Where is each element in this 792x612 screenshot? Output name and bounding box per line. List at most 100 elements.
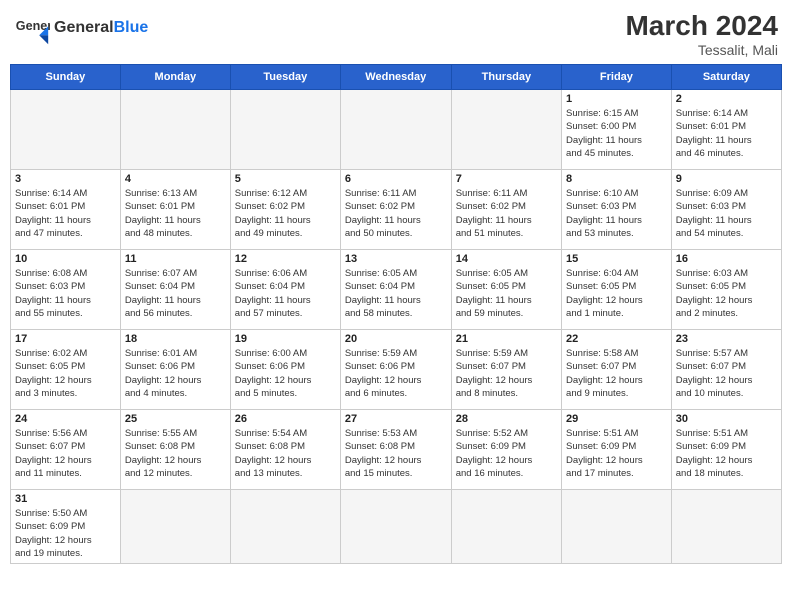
day-info: Sunrise: 6:13 AM Sunset: 6:01 PM Dayligh… xyxy=(125,187,226,240)
calendar-cell: 5Sunrise: 6:12 AM Sunset: 6:02 PM Daylig… xyxy=(230,170,340,250)
calendar-cell: 27 Sunrise: 5:53 AM Sunset: 6:08 PM Dayli… xyxy=(340,410,451,490)
calendar-cell: 3 Sunrise: 6:14 AM Sunset: 6:01 PM Daylig… xyxy=(11,170,121,250)
day-info: Sunrise: 6:11 AM Sunset: 6:02 PM Dayligh… xyxy=(345,187,447,240)
day-info: Sunrise: 5:52 AM Sunset: 6:09 PM Dayligh… xyxy=(456,427,557,480)
day-number: 21 xyxy=(456,333,557,345)
calendar-cell: 21Sunrise: 5:59 AM Sunset: 6:07 PM Dayli… xyxy=(451,330,561,410)
calendar-cell: 22Sunrise: 5:58 AM Sunset: 6:07 PM Dayli… xyxy=(562,330,672,410)
day-number: 18 xyxy=(125,333,226,345)
day-info: Sunrise: 6:09 AM Sunset: 6:03 PM Dayligh… xyxy=(676,187,777,240)
calendar-cell xyxy=(340,490,451,564)
calendar-cell: 14 Sunrise: 6:05 AM Sunset: 6:05 PM Dayli… xyxy=(451,250,561,330)
day-number: 12 xyxy=(235,253,336,265)
calendar-cell: 31 Sunrise: 5:50 AM Sunset: 6:09 PM Dayli… xyxy=(11,490,121,564)
calendar-cell xyxy=(230,90,340,170)
day-number: 23 xyxy=(676,333,777,345)
day-info: Sunrise: 6:04 AM Sunset: 6:05 PM Dayligh… xyxy=(566,267,667,320)
day-number: 20 xyxy=(345,333,447,345)
page-header: General GeneralBlue March 2024 Tessalit,… xyxy=(10,10,782,58)
calendar-cell: 19 Sunrise: 6:00 AM Sunset: 6:06 PM Dayli… xyxy=(230,330,340,410)
day-number: 1 xyxy=(566,93,667,105)
day-info: Sunrise: 5:51 AM Sunset: 6:09 PM Dayligh… xyxy=(566,427,667,480)
calendar-cell: 6 Sunrise: 6:11 AM Sunset: 6:02 PM Daylig… xyxy=(340,170,451,250)
calendar-cell: 7 Sunrise: 6:11 AM Sunset: 6:02 PM Daylig… xyxy=(451,170,561,250)
weekday-header-monday: Monday xyxy=(120,65,230,90)
calendar-cell xyxy=(671,490,781,564)
weekday-header-thursday: Thursday xyxy=(451,65,561,90)
calendar-cell: 17 Sunrise: 6:02 AM Sunset: 6:05 PM Dayli… xyxy=(11,330,121,410)
day-number: 7 xyxy=(456,173,557,185)
day-info: Sunrise: 6:15 AM Sunset: 6:00 PM Dayligh… xyxy=(566,107,667,160)
day-number: 6 xyxy=(345,173,447,185)
logo: General GeneralBlue xyxy=(14,10,148,46)
calendar-cell xyxy=(451,490,561,564)
day-number: 17 xyxy=(15,333,116,345)
calendar-cell: 9Sunrise: 6:09 AM Sunset: 6:03 PM Daylig… xyxy=(671,170,781,250)
calendar-table: SundayMondayTuesdayWednesdayThursdayFrid… xyxy=(10,64,782,564)
day-info: Sunrise: 6:14 AM Sunset: 6:01 PM Dayligh… xyxy=(15,187,116,240)
day-info: Sunrise: 5:50 AM Sunset: 6:09 PM Dayligh… xyxy=(15,507,116,560)
calendar-cell xyxy=(451,90,561,170)
logo-text: GeneralBlue xyxy=(54,19,148,37)
calendar-cell: 24Sunrise: 5:56 AM Sunset: 6:07 PM Dayli… xyxy=(11,410,121,490)
calendar-cell: 25 Sunrise: 5:55 AM Sunset: 6:08 PM Dayli… xyxy=(120,410,230,490)
calendar-cell: 16 Sunrise: 6:03 AM Sunset: 6:05 PM Dayli… xyxy=(671,250,781,330)
calendar-cell xyxy=(230,490,340,564)
calendar-cell: 1 Sunrise: 6:15 AM Sunset: 6:00 PM Daylig… xyxy=(562,90,672,170)
calendar-cell: 20 Sunrise: 5:59 AM Sunset: 6:06 PM Dayli… xyxy=(340,330,451,410)
day-number: 11 xyxy=(125,253,226,265)
day-number: 14 xyxy=(456,253,557,265)
day-info: Sunrise: 6:00 AM Sunset: 6:06 PM Dayligh… xyxy=(235,347,336,400)
day-info: Sunrise: 5:59 AM Sunset: 6:06 PM Dayligh… xyxy=(345,347,447,400)
calendar-cell: 12 Sunrise: 6:06 AM Sunset: 6:04 PM Dayli… xyxy=(230,250,340,330)
day-number: 27 xyxy=(345,413,447,425)
day-number: 16 xyxy=(676,253,777,265)
calendar-week-row: 24Sunrise: 5:56 AM Sunset: 6:07 PM Dayli… xyxy=(11,410,782,490)
weekday-header-row: SundayMondayTuesdayWednesdayThursdayFrid… xyxy=(11,65,782,90)
day-info: Sunrise: 6:07 AM Sunset: 6:04 PM Dayligh… xyxy=(125,267,226,320)
calendar-cell: 8Sunrise: 6:10 AM Sunset: 6:03 PM Daylig… xyxy=(562,170,672,250)
day-number: 15 xyxy=(566,253,667,265)
day-info: Sunrise: 6:05 AM Sunset: 6:04 PM Dayligh… xyxy=(345,267,447,320)
day-info: Sunrise: 5:53 AM Sunset: 6:08 PM Dayligh… xyxy=(345,427,447,480)
calendar-week-row: 17 Sunrise: 6:02 AM Sunset: 6:05 PM Dayli… xyxy=(11,330,782,410)
calendar-week-row: 3 Sunrise: 6:14 AM Sunset: 6:01 PM Daylig… xyxy=(11,170,782,250)
day-number: 3 xyxy=(15,173,116,185)
day-info: Sunrise: 6:03 AM Sunset: 6:05 PM Dayligh… xyxy=(676,267,777,320)
day-info: Sunrise: 6:06 AM Sunset: 6:04 PM Dayligh… xyxy=(235,267,336,320)
calendar-cell: 11 Sunrise: 6:07 AM Sunset: 6:04 PM Dayli… xyxy=(120,250,230,330)
calendar-cell: 26 Sunrise: 5:54 AM Sunset: 6:08 PM Dayli… xyxy=(230,410,340,490)
calendar-body: 1 Sunrise: 6:15 AM Sunset: 6:00 PM Daylig… xyxy=(11,90,782,564)
day-number: 4 xyxy=(125,173,226,185)
calendar-cell xyxy=(120,490,230,564)
day-info: Sunrise: 5:55 AM Sunset: 6:08 PM Dayligh… xyxy=(125,427,226,480)
calendar-cell: 23 Sunrise: 5:57 AM Sunset: 6:07 PM Dayli… xyxy=(671,330,781,410)
weekday-header-sunday: Sunday xyxy=(11,65,121,90)
calendar-cell: 18 Sunrise: 6:01 AM Sunset: 6:06 PM Dayli… xyxy=(120,330,230,410)
calendar-cell xyxy=(120,90,230,170)
calendar-cell: 28Sunrise: 5:52 AM Sunset: 6:09 PM Dayli… xyxy=(451,410,561,490)
day-number: 2 xyxy=(676,93,777,105)
day-info: Sunrise: 5:57 AM Sunset: 6:07 PM Dayligh… xyxy=(676,347,777,400)
calendar-cell xyxy=(11,90,121,170)
day-number: 31 xyxy=(15,493,116,505)
day-info: Sunrise: 5:56 AM Sunset: 6:07 PM Dayligh… xyxy=(15,427,116,480)
day-number: 10 xyxy=(15,253,116,265)
weekday-header-wednesday: Wednesday xyxy=(340,65,451,90)
day-info: Sunrise: 6:11 AM Sunset: 6:02 PM Dayligh… xyxy=(456,187,557,240)
day-info: Sunrise: 6:01 AM Sunset: 6:06 PM Dayligh… xyxy=(125,347,226,400)
calendar-cell: 13 Sunrise: 6:05 AM Sunset: 6:04 PM Dayli… xyxy=(340,250,451,330)
day-number: 13 xyxy=(345,253,447,265)
day-info: Sunrise: 6:02 AM Sunset: 6:05 PM Dayligh… xyxy=(15,347,116,400)
weekday-header-friday: Friday xyxy=(562,65,672,90)
day-info: Sunrise: 5:51 AM Sunset: 6:09 PM Dayligh… xyxy=(676,427,777,480)
weekday-header-saturday: Saturday xyxy=(671,65,781,90)
day-info: Sunrise: 5:54 AM Sunset: 6:08 PM Dayligh… xyxy=(235,427,336,480)
day-number: 19 xyxy=(235,333,336,345)
day-number: 25 xyxy=(125,413,226,425)
calendar-week-row: 10Sunrise: 6:08 AM Sunset: 6:03 PM Dayli… xyxy=(11,250,782,330)
month-year-heading: March 2024 xyxy=(625,10,778,42)
day-number: 5 xyxy=(235,173,336,185)
day-info: Sunrise: 6:05 AM Sunset: 6:05 PM Dayligh… xyxy=(456,267,557,320)
day-number: 26 xyxy=(235,413,336,425)
